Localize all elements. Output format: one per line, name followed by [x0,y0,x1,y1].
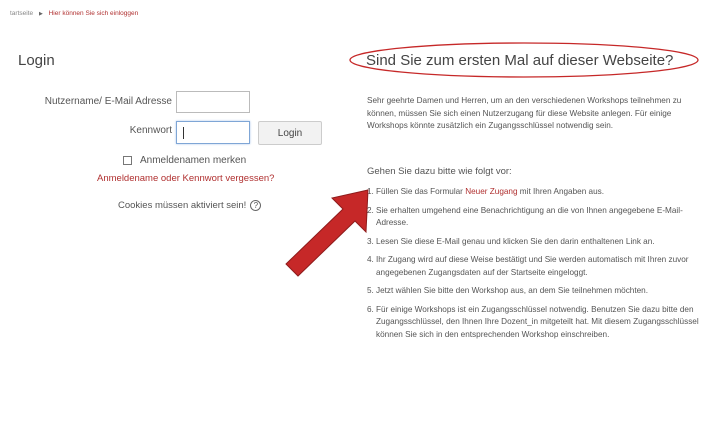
username-input[interactable] [176,91,250,113]
forgot-credentials-link[interactable]: Anmeldename oder Kennwort vergessen? [97,173,274,184]
login-heading: Login [18,52,55,69]
steps-list: 1. Füllen Sie das Formular Neuer Zugang … [367,186,702,347]
first-visit-heading: Sind Sie zum ersten Mal auf dieser Webse… [366,52,674,69]
list-item: 5. Jetzt wählen Sie bitte den Workshop a… [367,286,649,295]
login-button[interactable]: Login [258,121,322,145]
remember-label: Anmeldenamen merken [140,155,247,166]
question-circle-icon[interactable]: ? [250,200,262,211]
text-cursor [183,127,184,139]
list-item: 2. Sie erhalten umgehend eine Benachrich… [367,205,683,228]
breadcrumb: tartseite ▶ Hier können Sie sich einlogg… [10,10,138,17]
remember-username[interactable]: Anmeldenamen merken [123,155,246,166]
username-label: Nutzername/ E-Mail Adresse [44,96,172,107]
password-label: Kennwort [129,125,172,136]
password-input[interactable] [176,121,250,144]
list-item: 3. Lesen Sie diese E-Mail genau und klic… [367,236,655,246]
list-item: 4. Ihr Zugang wird auf diese Weise bestä… [367,255,689,277]
remember-checkbox[interactable] [123,156,132,165]
steps-lead: Gehen Sie dazu bitte wie folgt vor: [367,166,512,177]
intro-paragraph: Sehr geehrte Damen und Herren, um an den… [367,96,682,130]
cookies-text: Cookies müssen aktiviert sein! [118,200,247,211]
breadcrumb-current-link[interactable]: Hier können Sie sich einloggen [49,10,139,17]
cookies-notice: Cookies müssen aktiviert sein! ? [118,200,262,211]
red-arrow-icon [285,189,369,277]
triangle-right-icon: ▶ [38,11,43,17]
new-account-link[interactable]: Neuer Zugang [465,187,517,196]
list-item: 1. Füllen Sie das Formular Neuer Zugang … [367,187,605,196]
list-item: 6. Für einige Workshops ist ein Zugangss… [367,304,699,339]
breadcrumb-home-link[interactable]: tartseite [10,10,33,17]
